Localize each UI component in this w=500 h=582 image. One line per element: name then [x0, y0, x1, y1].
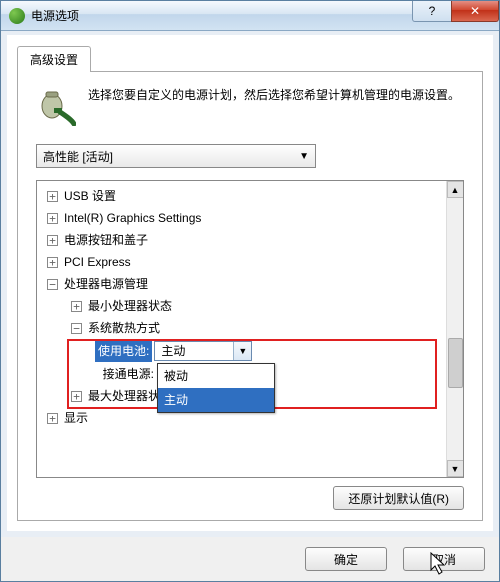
- expand-icon[interactable]: +: [71, 391, 82, 402]
- tree-node-min-processor-state[interactable]: +最小处理器状态: [37, 295, 446, 317]
- power-plan-value: 高性能 [活动]: [43, 148, 113, 165]
- tree-node-buttons-lid[interactable]: +电源按钮和盖子: [37, 229, 446, 251]
- plugged-in-label: 接通电源:: [95, 363, 154, 385]
- tree-node-cooling-policy[interactable]: −系统散热方式: [37, 317, 446, 339]
- tree-scrollbar[interactable]: ▲ ▼: [446, 181, 463, 477]
- chevron-down-icon[interactable]: ▼: [233, 342, 251, 360]
- tree-node-on-battery[interactable]: 使用电池: 主动 ▼: [37, 339, 446, 363]
- power-options-window: 电源选项 ? ✕ 高级设置 选择您要自定义的电源计划，然后选择您希望计算机管理的: [0, 0, 500, 582]
- cancel-button[interactable]: 取消: [403, 547, 485, 571]
- close-button[interactable]: ✕: [451, 1, 499, 22]
- settings-tree: +USB 设置 +Intel(R) Graphics Settings +电源按…: [36, 180, 464, 478]
- tree-node-graphics[interactable]: +Intel(R) Graphics Settings: [37, 207, 446, 229]
- client-area: 高级设置 选择您要自定义的电源计划，然后选择您希望计算机管理的电源设置。 高性能…: [1, 31, 499, 537]
- dropdown-option-active[interactable]: 主动: [158, 388, 274, 412]
- on-battery-value: 主动: [155, 342, 233, 360]
- titlebar: 电源选项 ? ✕: [1, 1, 499, 31]
- collapse-icon[interactable]: −: [47, 279, 58, 290]
- scroll-down-button[interactable]: ▼: [447, 460, 464, 477]
- expand-icon[interactable]: +: [47, 235, 58, 246]
- tree-node-pci-express[interactable]: +PCI Express: [37, 251, 446, 273]
- cooling-value-dropdown[interactable]: 被动 主动: [157, 363, 275, 413]
- tab-page: 选择您要自定义的电源计划，然后选择您希望计算机管理的电源设置。 高性能 [活动]…: [17, 71, 483, 521]
- chevron-down-icon: ▼: [299, 151, 309, 162]
- scroll-thumb[interactable]: [448, 338, 463, 388]
- dropdown-option-passive[interactable]: 被动: [158, 364, 274, 388]
- expand-icon[interactable]: +: [47, 413, 58, 424]
- intro-text: 选择您要自定义的电源计划，然后选择您希望计算机管理的电源设置。: [88, 86, 460, 126]
- expand-icon[interactable]: +: [47, 257, 58, 268]
- expand-icon[interactable]: +: [71, 301, 82, 312]
- window-title: 电源选项: [31, 7, 413, 24]
- on-battery-label: 使用电池:: [95, 340, 152, 362]
- ok-button[interactable]: 确定: [305, 547, 387, 571]
- expand-icon[interactable]: +: [47, 213, 58, 224]
- dialog-footer: 确定 取消: [1, 537, 499, 581]
- collapse-icon[interactable]: −: [71, 323, 82, 334]
- scroll-up-button[interactable]: ▲: [447, 181, 464, 198]
- restore-defaults-button[interactable]: 还原计划默认值(R): [333, 486, 464, 510]
- tree-node-cpu-power[interactable]: −处理器电源管理: [37, 273, 446, 295]
- intro-row: 选择您要自定义的电源计划，然后选择您希望计算机管理的电源设置。: [36, 86, 464, 126]
- help-button[interactable]: ?: [412, 1, 452, 22]
- power-icon: [9, 8, 25, 24]
- power-plan-select[interactable]: 高性能 [活动] ▼: [36, 144, 316, 168]
- expand-icon[interactable]: +: [47, 191, 58, 202]
- power-plan-icon: [36, 86, 76, 126]
- tree-node-usb[interactable]: +USB 设置: [37, 185, 446, 207]
- tab-advanced-settings[interactable]: 高级设置: [17, 46, 91, 72]
- on-battery-combo[interactable]: 主动 ▼: [154, 341, 252, 361]
- tabstrip: 高级设置: [17, 45, 483, 71]
